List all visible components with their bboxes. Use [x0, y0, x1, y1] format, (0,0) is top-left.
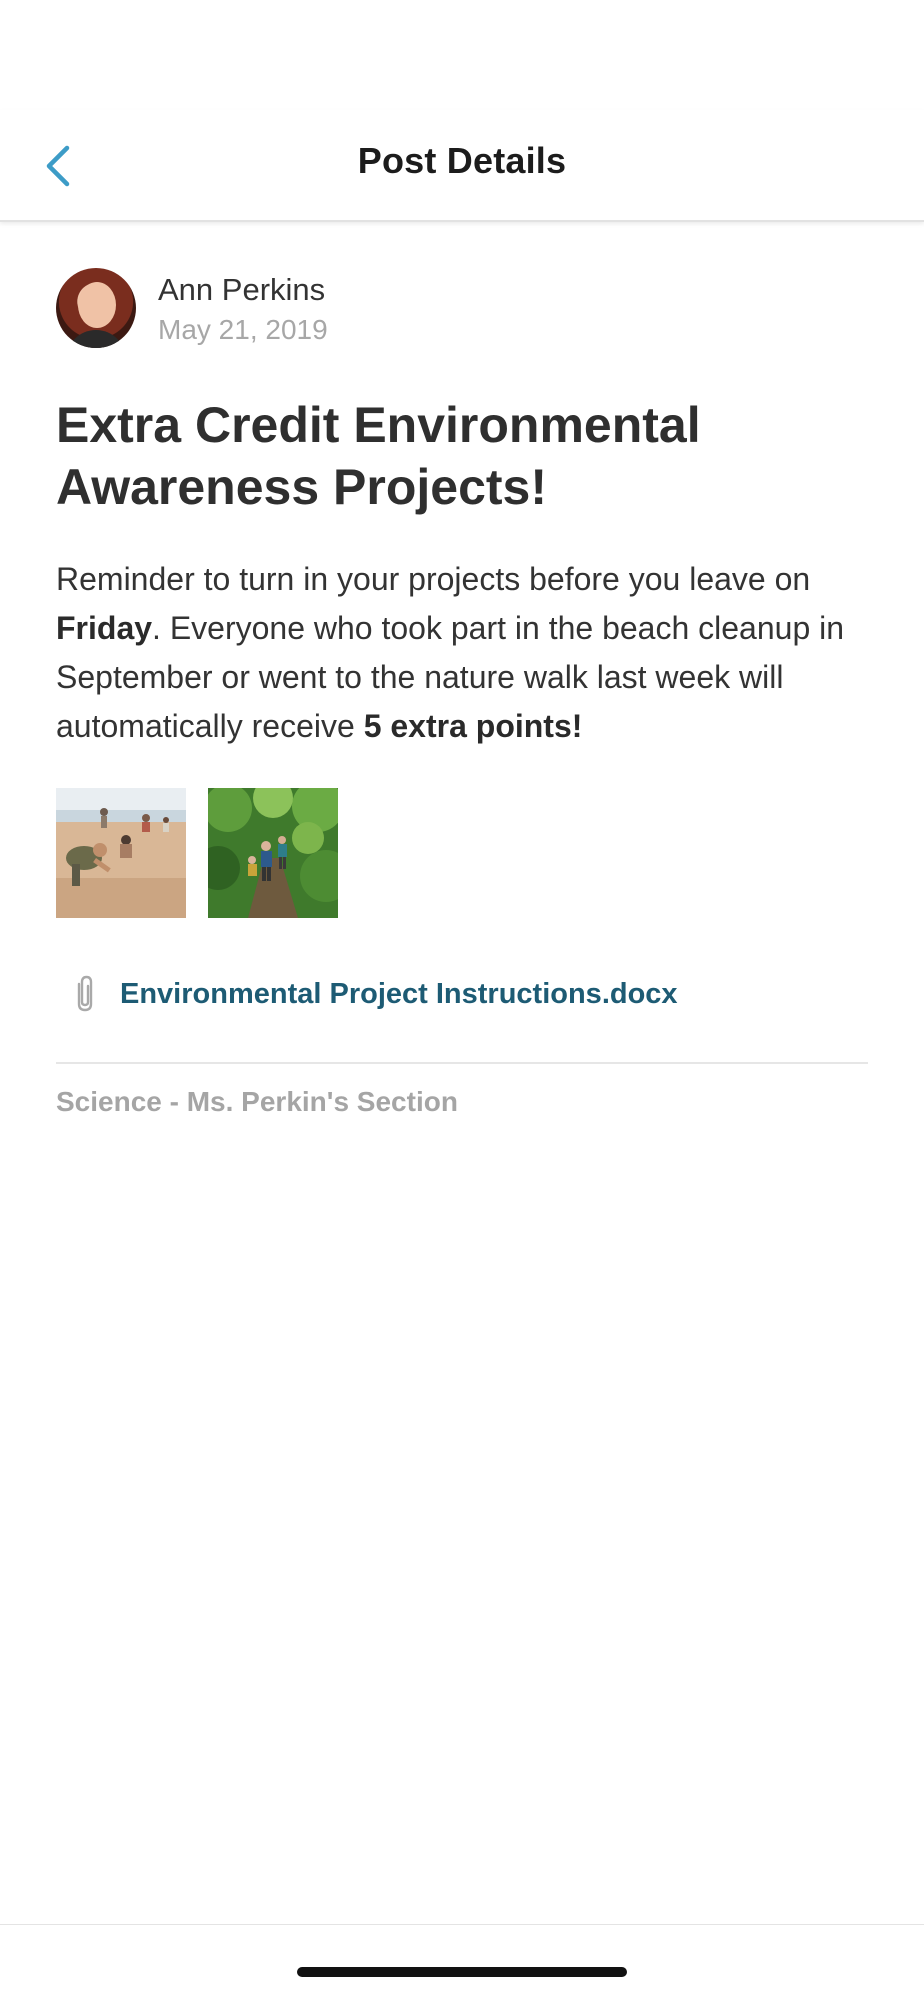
avatar[interactable] [56, 268, 136, 348]
post-date: May 21, 2019 [158, 314, 328, 345]
author-row: Ann Perkins May 21, 2019 [56, 268, 876, 352]
paperclip-icon [77, 975, 93, 1012]
divider [56, 1062, 868, 1064]
post-body-text: Reminder to turn in your projects before… [56, 561, 811, 597]
section-label: Science - Ms. Perkin's Section [56, 1086, 458, 1117]
author-name: Ann Perkins [158, 272, 326, 307]
post-body-bold-points: 5 extra points! [363, 708, 583, 744]
attachment-link[interactable]: Environmental Project Instructions.docx [68, 972, 828, 1016]
beach-cleanup-photo[interactable] [56, 788, 186, 918]
nature-walk-photo[interactable] [208, 788, 338, 918]
attachment-filename: Environmental Project Instructions.docx [120, 977, 678, 1010]
top-nav-bar: Post Details [0, 110, 924, 222]
post-body-bold-day: Friday [56, 610, 153, 646]
bottom-divider [0, 1924, 924, 1925]
post-body: Reminder to turn in your projects before… [56, 555, 876, 751]
page-title: Post Details [357, 140, 567, 181]
post-title: Extra Credit Environmental Awareness Pro… [56, 397, 701, 515]
home-indicator [297, 1967, 627, 1977]
status-bar [0, 0, 924, 110]
